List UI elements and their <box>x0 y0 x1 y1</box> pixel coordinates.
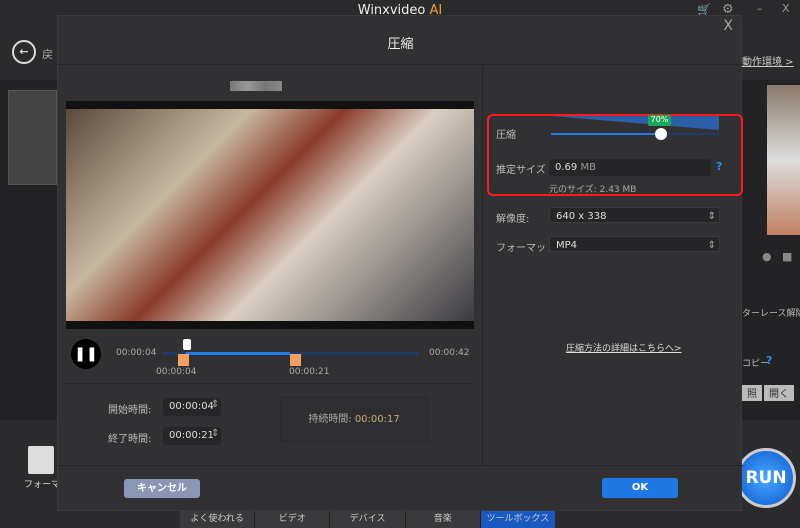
start-time-label: 開始時間: <box>108 405 152 416</box>
start-time-stepper-icon[interactable]: ⇕ <box>211 399 219 410</box>
tab-video[interactable]: ビデオ <box>255 511 331 528</box>
end-time-label: 終了時間: <box>108 434 152 445</box>
trim-range <box>186 352 290 355</box>
duration-value: 00:00:17 <box>354 414 400 425</box>
resolution-value: 640 x 338 <box>556 211 607 222</box>
timeline-track[interactable] <box>162 339 418 366</box>
close-app-icon[interactable]: X <box>782 2 790 15</box>
playhead-handle[interactable] <box>183 339 191 350</box>
compression-histogram <box>551 116 719 130</box>
resolution-select[interactable]: 640 x 338 ⇕ <box>549 207 720 223</box>
left-panel <box>0 80 57 420</box>
video-preview <box>66 101 474 329</box>
help-icon[interactable]: ? <box>716 160 722 173</box>
cancel-button[interactable]: キャンセル <box>124 479 200 498</box>
folder-icon[interactable]: ■ <box>782 250 792 263</box>
duration-label: 持続時間: <box>308 414 352 425</box>
dialog-title: 圧縮 <box>387 37 414 52</box>
preview-image <box>767 85 800 235</box>
compression-slider[interactable]: 70% <box>551 115 719 140</box>
file-thumbnail[interactable] <box>8 90 57 185</box>
compression-details-link[interactable]: 圧縮方法の詳細はこちらへ> <box>566 341 682 354</box>
divider <box>58 64 743 65</box>
pause-button[interactable]: ❚❚ <box>71 339 101 369</box>
help-icon[interactable]: ? <box>766 354 772 367</box>
copy-label[interactable]: コピー <box>742 356 769 369</box>
estimated-size-unit: MB <box>580 162 596 173</box>
compress-dialog: 圧縮 X ❚❚ 00:00:04 00:00:42 00:00:04 00:00… <box>57 15 743 511</box>
right-panel: ● ■ ターレース解除 コピー ? 照 開く <box>742 80 800 420</box>
trim-start-marker: 00:00:04 <box>156 367 197 377</box>
dialog-close-icon[interactable]: X <box>723 18 733 34</box>
tab-common[interactable]: よく使われる <box>180 511 256 528</box>
open-button[interactable]: 開く <box>764 385 794 401</box>
trim-end-marker: 00:00:21 <box>289 367 330 377</box>
resolution-label: 解像度: <box>496 214 530 225</box>
compression-fill <box>551 133 661 135</box>
compress-label: 圧縮 <box>496 130 516 141</box>
select-arrows-icon: ⇕ <box>707 211 716 222</box>
back-icon[interactable]: ← <box>12 40 36 64</box>
select-arrows-icon: ⇕ <box>707 240 716 251</box>
camera-icon[interactable]: ● <box>762 250 772 263</box>
original-size: 元のサイズ: 2.43 MB <box>549 185 637 195</box>
compression-percent-badge: 70% <box>648 115 671 126</box>
back-label[interactable]: 戻 <box>42 46 53 62</box>
format-value: MP4 <box>556 240 578 251</box>
tab-music[interactable]: 音楽 <box>405 511 481 528</box>
divider <box>482 65 483 465</box>
end-time-value: 00:00:21 <box>169 430 214 441</box>
run-button[interactable]: RUN <box>736 448 796 508</box>
blurred-filename <box>230 81 282 91</box>
divider <box>66 383 474 384</box>
estimated-size-label: 推定サイズ <box>496 165 546 176</box>
estimated-size-value: 0.69 <box>555 162 578 173</box>
start-time-value: 00:00:04 <box>169 401 214 412</box>
duration-box: 持続時間: 00:00:17 <box>280 397 428 442</box>
end-time-stepper-icon[interactable]: ⇕ <box>211 428 219 439</box>
current-time: 00:00:04 <box>116 348 157 358</box>
total-time: 00:00:42 <box>429 348 470 358</box>
trim-end-handle[interactable] <box>290 354 301 366</box>
format-select[interactable]: MP4 ⇕ <box>549 236 720 252</box>
env-link[interactable]: 動作環境 > <box>742 53 794 68</box>
estimated-size-field[interactable]: 0.69 MB <box>549 159 711 176</box>
divider <box>58 465 743 466</box>
bottom-tabs: よく使われる ビデオ デバイス 音楽 ツールボックス <box>180 511 556 528</box>
browse-button[interactable]: 照 <box>742 385 762 401</box>
ok-button[interactable]: OK <box>602 478 678 498</box>
deinterlace-label[interactable]: ターレース解除 <box>742 306 800 319</box>
minimize-icon[interactable]: – <box>757 2 763 15</box>
tab-device[interactable]: デバイス <box>330 511 406 528</box>
tab-toolbox[interactable]: ツールボックス <box>480 511 556 528</box>
compression-slider-thumb[interactable] <box>655 128 667 140</box>
trim-start-handle[interactable] <box>178 354 189 366</box>
format-icon[interactable] <box>28 446 54 474</box>
